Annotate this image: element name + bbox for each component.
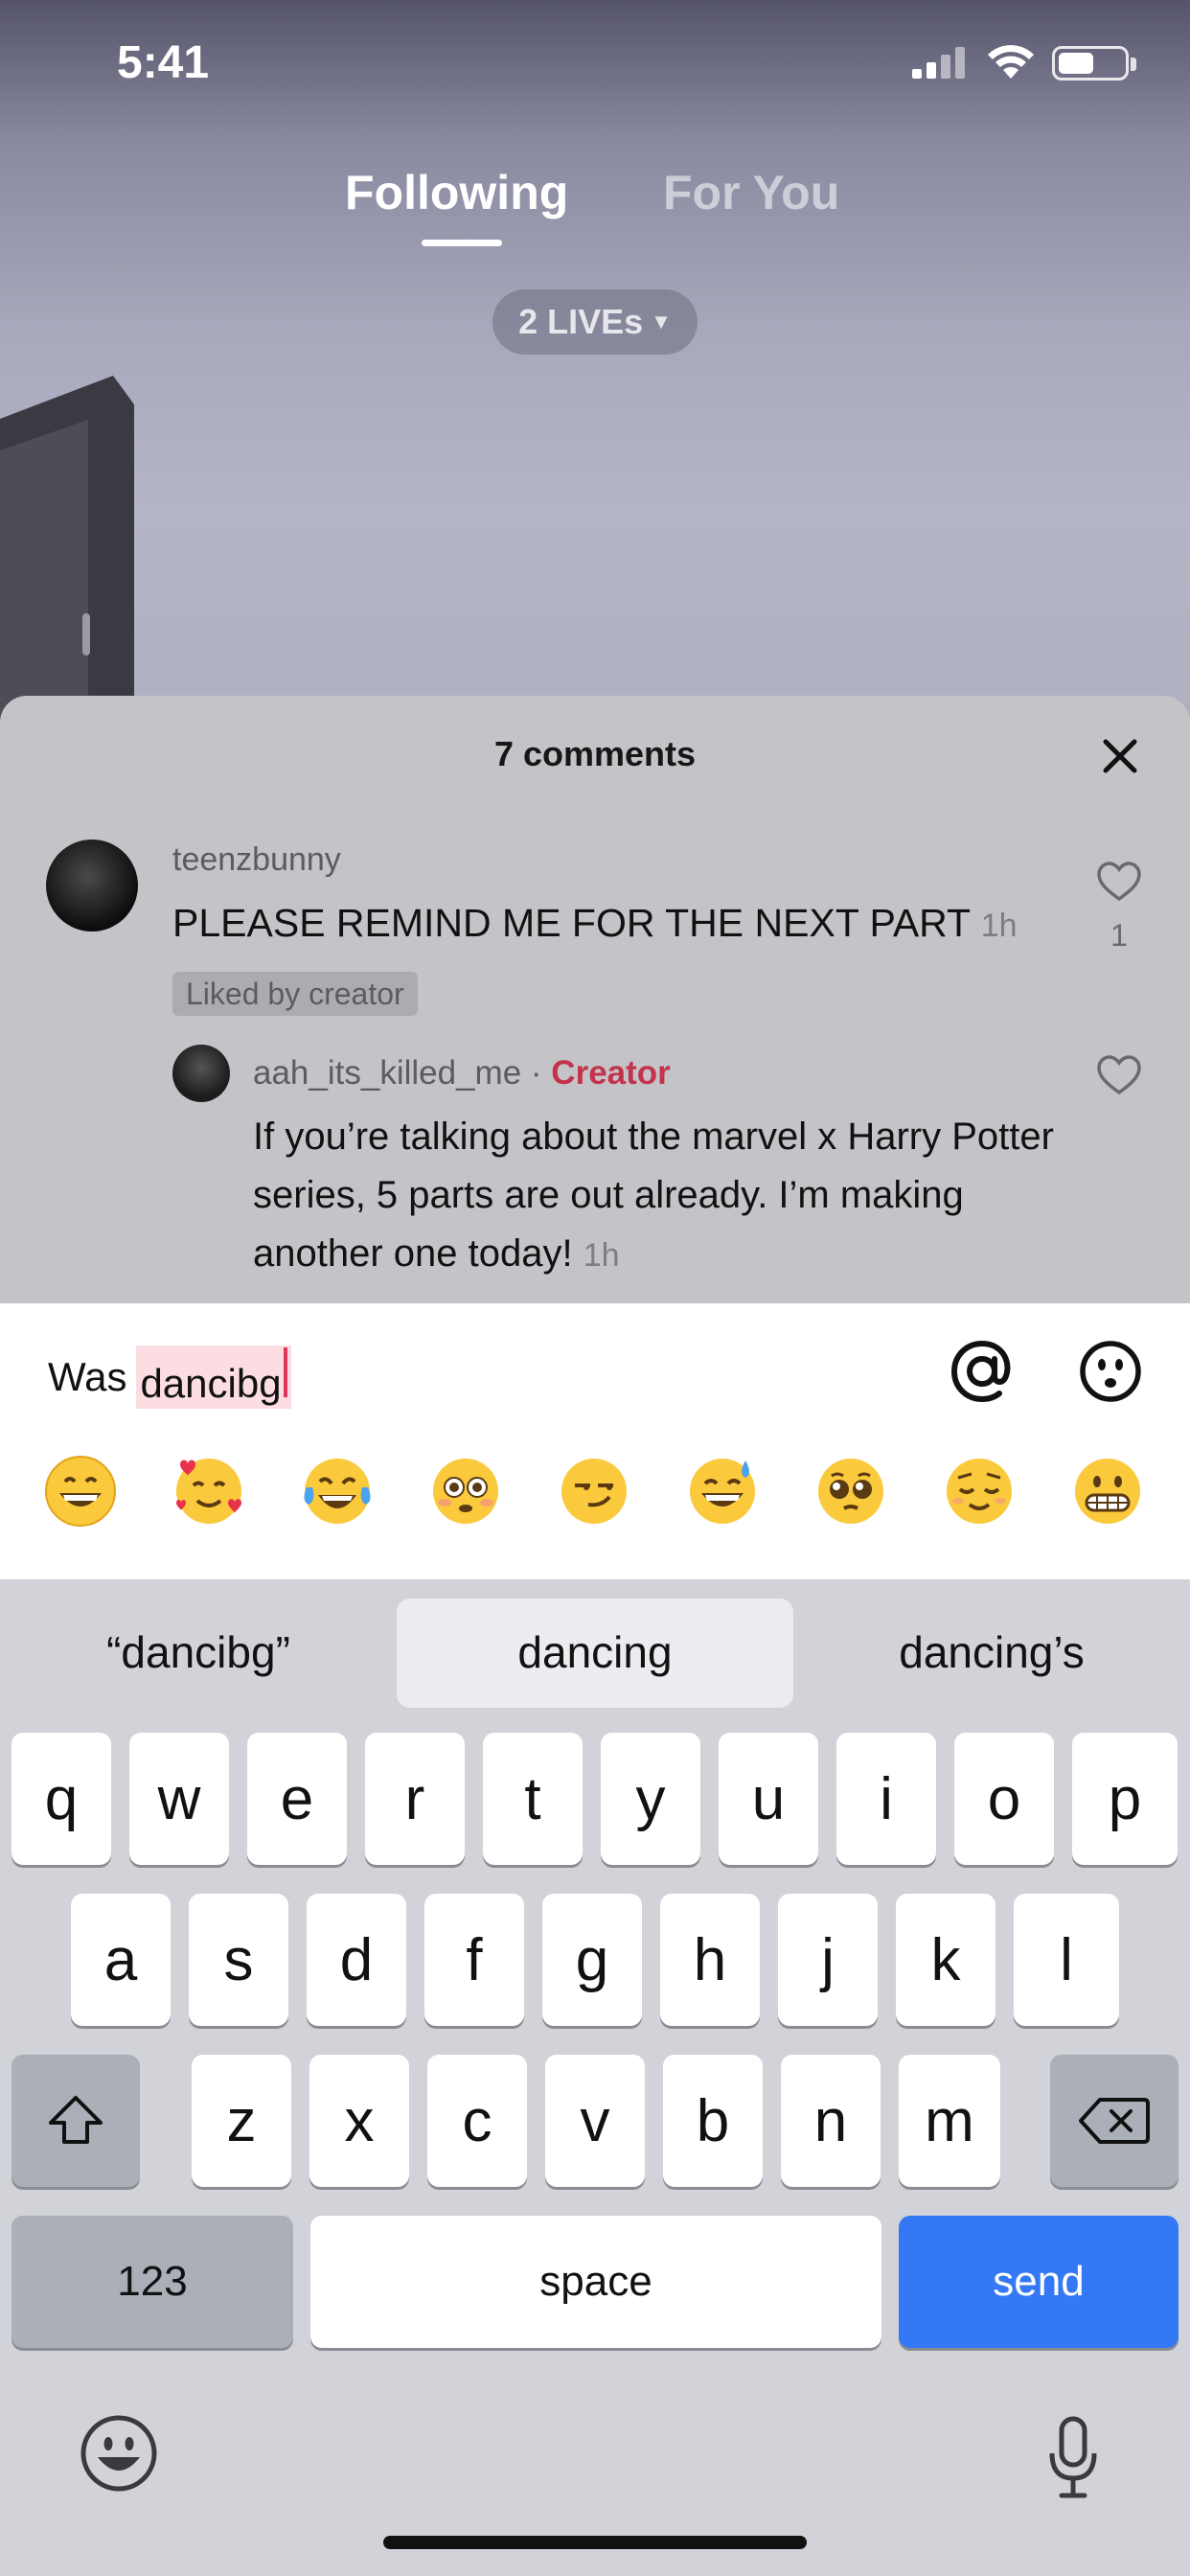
key-j[interactable]: j: [778, 1894, 878, 2026]
reply-username[interactable]: aah_its_killed_me: [253, 1054, 521, 1092]
video-background[interactable]: [0, 0, 1190, 728]
key-q[interactable]: q: [11, 1733, 111, 1865]
comment-input-bar: Was dancibg: [0, 1303, 1190, 1579]
grimacing-face-icon[interactable]: [1069, 1453, 1146, 1530]
caret-down-icon: ▼: [651, 310, 672, 334]
key-x[interactable]: x: [309, 2055, 409, 2187]
grinning-face-icon[interactable]: [42, 1453, 119, 1530]
lives-button[interactable]: 2 LIVEs ▼: [492, 289, 698, 355]
key-y[interactable]: y: [601, 1733, 700, 1865]
input-typed-text: Was: [48, 1354, 127, 1399]
key-c[interactable]: c: [427, 2055, 527, 2187]
home-indicator[interactable]: [383, 2536, 807, 2549]
key-i[interactable]: i: [836, 1733, 936, 1865]
reply-text: If you’re talking about the marvel x Har…: [253, 1108, 1067, 1285]
video-door-handle: [82, 613, 90, 656]
key-f[interactable]: f: [424, 1894, 524, 2026]
comment-body: PLEASE REMIND ME FOR THE NEXT PART: [172, 901, 971, 945]
tears-of-joy-icon[interactable]: [299, 1453, 376, 1530]
microphone-icon[interactable]: [1044, 2415, 1102, 2501]
avatar[interactable]: [46, 840, 138, 932]
space-key[interactable]: space: [310, 2216, 881, 2348]
key-z[interactable]: z: [192, 2055, 291, 2187]
comment-input[interactable]: Was dancibg: [48, 1346, 291, 1409]
heart-icon[interactable]: [1096, 1054, 1142, 1096]
numbers-key[interactable]: 123: [11, 2216, 293, 2348]
screen: 5:41 Following For You 2 LIVEs ▼ 7 comme…: [0, 0, 1190, 2576]
liked-by-creator-badge: Liked by creator: [172, 972, 418, 1016]
reply-body: If you’re talking about the marvel x Har…: [253, 1116, 1054, 1275]
reply-time: 1h: [583, 1237, 620, 1274]
key-m[interactable]: m: [899, 2055, 1000, 2187]
key-d[interactable]: d: [307, 1894, 406, 2026]
keyboard-emoji-icon[interactable]: [79, 2413, 159, 2494]
key-p[interactable]: p: [1072, 1733, 1178, 1865]
key-v[interactable]: v: [545, 2055, 645, 2187]
shift-icon: [49, 2096, 103, 2144]
mention-icon[interactable]: [949, 1338, 1016, 1405]
key-h[interactable]: h: [660, 1894, 760, 2026]
key-n[interactable]: n: [781, 2055, 881, 2187]
battery-icon: [1052, 46, 1129, 80]
emoji-icon[interactable]: [1077, 1338, 1144, 1405]
like-count: 1: [1110, 918, 1128, 953]
tab-for-you[interactable]: For You: [663, 165, 839, 220]
delete-key[interactable]: [1050, 2055, 1179, 2187]
lives-label: 2 LIVEs: [518, 302, 644, 341]
creator-tag: Creator: [551, 1054, 671, 1092]
grinning-sweat-icon[interactable]: [684, 1453, 761, 1530]
smirking-face-icon[interactable]: [556, 1453, 632, 1530]
comments-count-title: 7 comments: [493, 734, 697, 773]
tab-active-indicator: [422, 240, 502, 246]
video-door-panel: [0, 420, 88, 738]
heart-icon[interactable]: [1096, 861, 1142, 903]
comments-sheet: 7 comments teenzbunny PLEASE REMIND ME F…: [0, 696, 1190, 1309]
key-u[interactable]: u: [719, 1733, 818, 1865]
key-e[interactable]: e: [247, 1733, 347, 1865]
suggestion-original[interactable]: “dancibg”: [0, 1598, 397, 1706]
comment-text: PLEASE REMIND ME FOR THE NEXT PART 1h: [172, 901, 1018, 946]
key-s[interactable]: s: [189, 1894, 288, 2026]
suggestion-autocorrect[interactable]: dancing: [397, 1598, 793, 1706]
quick-emoji-row: [0, 1453, 1190, 1549]
comment-username[interactable]: teenzbunny: [172, 841, 341, 879]
tab-following[interactable]: Following: [345, 165, 568, 220]
cellular-signal-icon: [912, 46, 966, 79]
key-b[interactable]: b: [663, 2055, 763, 2187]
keyboard: “dancibg” dancing dancing’s q w e r t y …: [0, 1579, 1190, 2576]
key-k[interactable]: k: [896, 1894, 995, 2026]
battery-tip: [1131, 58, 1136, 71]
suggestion-alternate[interactable]: dancing’s: [793, 1598, 1190, 1706]
key-g[interactable]: g: [542, 1894, 642, 2026]
key-l[interactable]: l: [1014, 1894, 1119, 2026]
key-a[interactable]: a: [71, 1894, 171, 2026]
reply-header: aah_its_killed_me · Creator: [253, 1054, 671, 1092]
smiling-face-with-hearts-icon[interactable]: [171, 1453, 247, 1530]
input-marked-text: dancibg: [136, 1346, 291, 1409]
comment-time: 1h: [980, 908, 1018, 944]
pleading-face-icon[interactable]: [812, 1453, 889, 1530]
avatar[interactable]: [172, 1045, 230, 1102]
flushed-face-icon[interactable]: [427, 1453, 504, 1530]
status-time: 5:41: [117, 37, 210, 88]
key-r[interactable]: r: [365, 1733, 465, 1865]
close-icon[interactable]: [1098, 734, 1142, 778]
key-t[interactable]: t: [483, 1733, 583, 1865]
relieved-face-icon[interactable]: [941, 1453, 1018, 1530]
shift-key[interactable]: [11, 2055, 140, 2187]
separator-dot: ·: [530, 1054, 542, 1092]
backspace-icon: [1079, 2098, 1150, 2144]
text-cursor: [283, 1347, 287, 1397]
key-o[interactable]: o: [954, 1733, 1054, 1865]
key-w[interactable]: w: [129, 1733, 229, 1865]
send-key[interactable]: send: [899, 2216, 1179, 2348]
marked-word: dancibg: [140, 1361, 282, 1406]
wifi-icon: [988, 45, 1034, 79]
